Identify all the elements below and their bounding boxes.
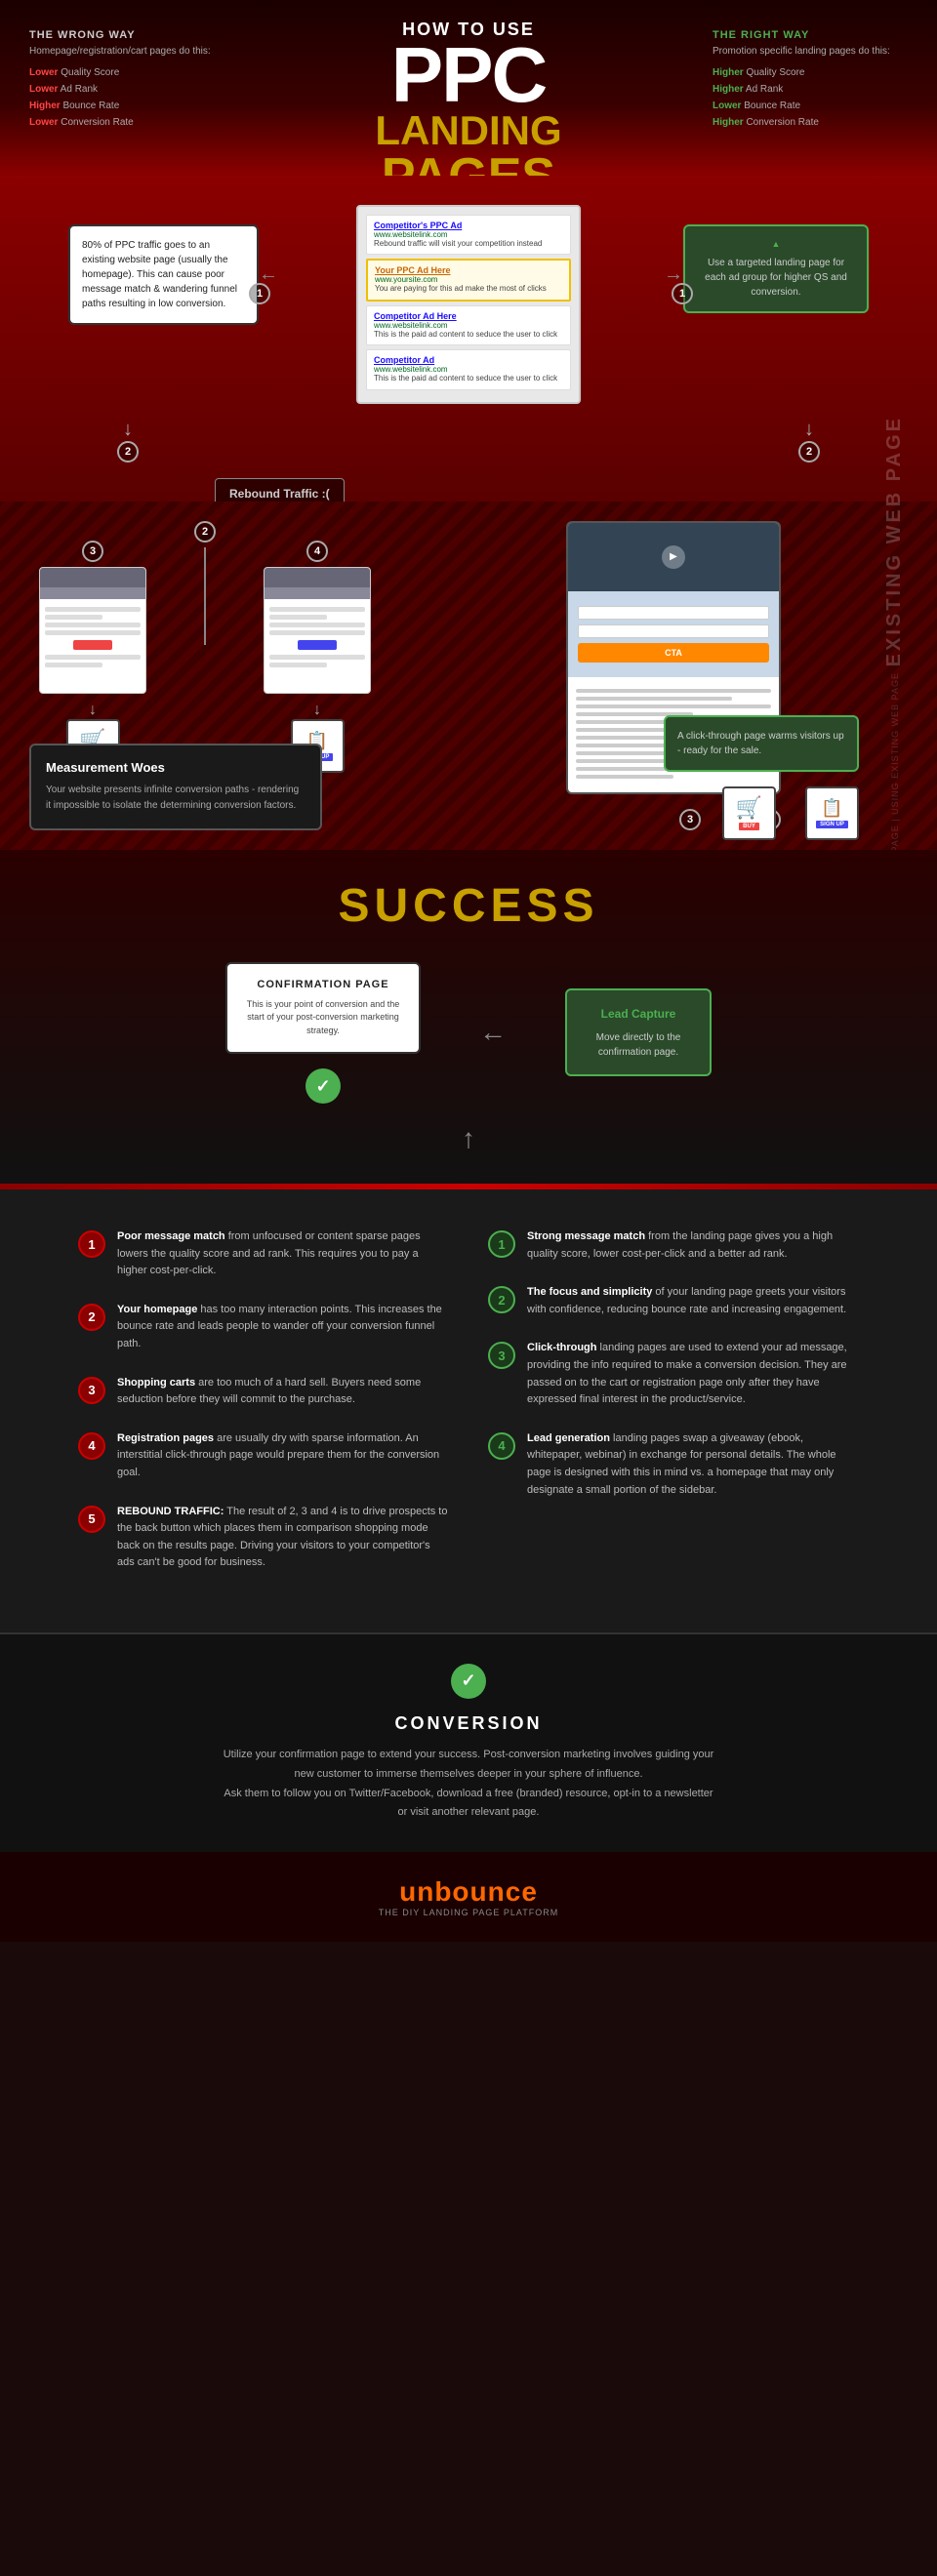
landing-text: LANDING bbox=[322, 110, 615, 151]
lead-capture-box: Lead Capture Move directly to the confir… bbox=[565, 988, 712, 1076]
ppc-text: PPC bbox=[322, 40, 615, 110]
wrong-way-title: THE WRONG WAY bbox=[29, 29, 224, 41]
right-flow-down: ↓ 2 bbox=[798, 419, 820, 463]
unbounce-logo: unbounce bbox=[379, 1876, 559, 1908]
your-ppc-ad: Your PPC Ad Here www.yoursite.com You ar… bbox=[366, 259, 571, 301]
search-results: Competitor's PPC Ad www.websitelink.com … bbox=[356, 205, 581, 404]
bottom-arrow: ↑ bbox=[39, 1123, 898, 1154]
info-item-1-left: 1 Poor message match from unfocused or c… bbox=[78, 1228, 449, 1280]
number-1-left: 1 bbox=[249, 283, 270, 304]
success-flow: CONFIRMATION PAGE This is your point of … bbox=[39, 962, 898, 1105]
conversion-text: Utilize your confirmation page to extend… bbox=[78, 1746, 859, 1823]
conversion-check: ✓ bbox=[78, 1664, 859, 1699]
flow-section: 80% of PPC traffic goes to an existing w… bbox=[0, 176, 937, 502]
website-mockup-1 bbox=[39, 567, 146, 694]
conversion-title: CONVERSION bbox=[78, 1713, 859, 1734]
right-way-block: THE RIGHT WAY Promotion specific landing… bbox=[713, 29, 908, 131]
right-callout: ▲ Use a targeted landing page for each a… bbox=[683, 224, 869, 313]
info-section: 1 Poor message match from unfocused or c… bbox=[0, 1189, 937, 1632]
conversion-section: ✓ CONVERSION Utilize your confirmation p… bbox=[0, 1632, 937, 1852]
competitor-ppc-ad: Competitor's PPC Ad www.websitelink.com … bbox=[366, 215, 571, 255]
success-section: SUCCESS CONFIRMATION PAGE This is your p… bbox=[0, 850, 937, 1185]
measurement-woes: Measurement Woes Your website presents i… bbox=[29, 744, 322, 830]
wrong-way-items: Lower Quality Score Lower Ad Rank Higher… bbox=[29, 64, 224, 131]
flow-number-2: 2 bbox=[166, 521, 244, 645]
info-item-3-left: 3 Shopping carts are too much of a hard … bbox=[78, 1375, 449, 1409]
info-item-3-right: 3 Click-through landing pages are used t… bbox=[488, 1340, 859, 1408]
click-through-callout: A click-through page warms visitors up -… bbox=[664, 715, 859, 772]
right-way-subtitle: Promotion specific landing pages do this… bbox=[713, 46, 908, 57]
existing-page-label-container: EXISTING WEB PAGE POOR LANDING PAGE | US… bbox=[883, 502, 922, 850]
competitor-ad-1: Competitor Ad Here www.websitelink.com T… bbox=[366, 305, 571, 345]
success-arrow: ← bbox=[479, 1017, 507, 1048]
cta-button: CTA bbox=[578, 643, 769, 663]
footer-logo-container: unbounce THE DIY LANDING PAGE PLATFORM bbox=[379, 1876, 559, 1917]
signup-icon-right: 📋 SIGN UP bbox=[805, 786, 859, 840]
info-item-4-right: 4 Lead generation landing pages swap a g… bbox=[488, 1430, 859, 1499]
info-item-1-right: 1 Strong message match from the landing … bbox=[488, 1228, 859, 1263]
info-right-column: 1 Strong message match from the landing … bbox=[488, 1228, 859, 1593]
info-item-2-left: 2 Your homepage has too many interaction… bbox=[78, 1302, 449, 1353]
website-mockup-2 bbox=[264, 567, 371, 694]
left-callout: 80% of PPC traffic goes to an existing w… bbox=[68, 224, 259, 325]
confirmation-box: CONFIRMATION PAGE This is your point of … bbox=[225, 962, 421, 1055]
info-item-4-left: 4 Registration pages are usually dry wit… bbox=[78, 1430, 449, 1482]
success-title: SUCCESS bbox=[39, 879, 898, 933]
left-flow-down: ↓ 2 bbox=[117, 419, 139, 463]
mockup-3: 3 ↓ 🛒 BUY bbox=[39, 541, 146, 773]
wrong-way-subtitle: Homepage/registration/cart pages do this… bbox=[29, 46, 224, 57]
number-1-right: 1 bbox=[672, 283, 693, 304]
right-way-items: Higher Quality Score Higher Ad Rank Lowe… bbox=[713, 64, 908, 131]
mockup-4: 4 ↓ 📋 SIGN UP bbox=[264, 541, 371, 773]
cart-icon-right: 🛒 BUY bbox=[722, 786, 776, 840]
existing-web-label: EXISTING WEB PAGE bbox=[883, 416, 906, 666]
footer-section: unbounce THE DIY LANDING PAGE PLATFORM bbox=[0, 1852, 937, 1942]
check-mark: ✓ bbox=[306, 1068, 341, 1104]
play-icon: ▶ bbox=[662, 545, 685, 569]
info-item-5-left: 5 REBOUND TRAFFIC: The result of 2, 3 an… bbox=[78, 1504, 449, 1572]
right-side-icons: 🛒 BUY 📋 SIGN UP bbox=[722, 786, 859, 840]
right-way-title: THE RIGHT WAY bbox=[713, 29, 908, 41]
info-left-column: 1 Poor message match from unfocused or c… bbox=[78, 1228, 449, 1593]
confirmation-container: CONFIRMATION PAGE This is your point of … bbox=[225, 962, 421, 1105]
wrong-way-block: THE WRONG WAY Homepage/registration/cart… bbox=[29, 29, 224, 131]
existing-web-section: EXISTING WEB PAGE POOR LANDING PAGE | US… bbox=[0, 502, 937, 850]
footer-tagline: THE DIY LANDING PAGE PLATFORM bbox=[379, 1908, 559, 1917]
competitor-ad-2: Competitor Ad www.websitelink.com This i… bbox=[366, 349, 571, 389]
info-columns: 1 Poor message match from unfocused or c… bbox=[39, 1228, 898, 1593]
info-item-2-right: 2 The focus and simplicity of your landi… bbox=[488, 1284, 859, 1318]
